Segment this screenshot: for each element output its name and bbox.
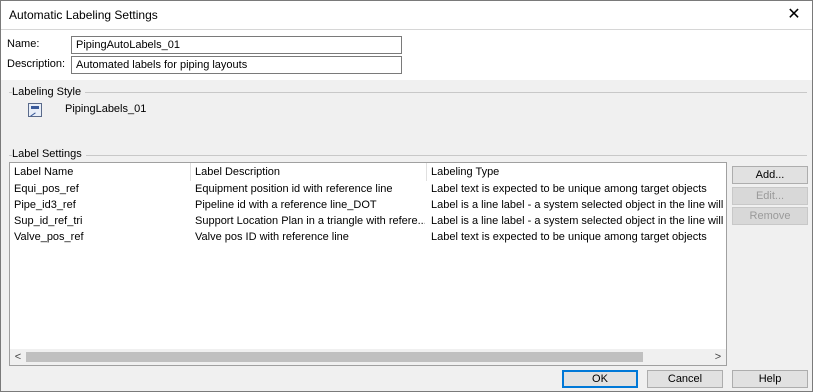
cell-label-description: Equipment position id with reference lin… (195, 183, 393, 195)
labeling-style-divider (9, 92, 807, 93)
cell-label-name: Sup_id_ref_tri (14, 215, 83, 227)
dialog-window: Automatic Labeling Settings ✕ Name: Pipi… (0, 0, 813, 392)
cancel-button[interactable]: Cancel (647, 370, 723, 388)
name-label: Name: (7, 38, 40, 50)
cell-labeling-type: Label is a line label - a system selecte… (431, 215, 727, 227)
cell-labeling-type: Label is a line label - a system selecte… (431, 199, 727, 211)
name-field[interactable]: PipingAutoLabels_01 (71, 36, 402, 54)
cell-label-description: Valve pos ID with reference line (195, 231, 349, 243)
table-row[interactable]: Equi_pos_ref Equipment position id with … (10, 181, 726, 197)
table-row[interactable]: Valve_pos_ref Valve pos ID with referenc… (10, 229, 726, 245)
cell-labeling-type: Label text is expected to be unique amon… (431, 183, 707, 195)
labeling-style-group-title: Labeling Style (12, 86, 86, 98)
column-header-labeling-type[interactable]: Labeling Type (427, 163, 726, 181)
cell-label-name: Equi_pos_ref (14, 183, 79, 195)
label-settings-divider (9, 155, 807, 156)
title-bar: Automatic Labeling Settings ✕ (1, 1, 812, 29)
column-header-label-name[interactable]: Label Name (10, 163, 191, 181)
name-description-panel: Name: PipingAutoLabels_01 Description: A… (1, 29, 812, 80)
add-button[interactable]: Add... (732, 166, 808, 184)
column-header-label-description[interactable]: Label Description (191, 163, 427, 181)
labeling-style-icon (28, 103, 42, 117)
cell-label-description: Support Location Plan in a triangle with… (195, 215, 425, 227)
cell-label-name: Pipe_id3_ref (14, 199, 76, 211)
remove-button[interactable]: Remove (732, 207, 808, 225)
cell-label-description: Pipeline id with a reference line_DOT (195, 199, 377, 211)
table-row[interactable]: Sup_id_ref_tri Support Location Plan in … (10, 213, 727, 229)
scroll-right-icon[interactable]: > (710, 349, 726, 365)
cell-label-name: Valve_pos_ref (14, 231, 84, 243)
description-label: Description: (7, 58, 66, 70)
close-icon[interactable]: ✕ (784, 5, 804, 25)
description-field[interactable]: Automated labels for piping layouts (71, 56, 402, 74)
ok-button[interactable]: OK (562, 370, 638, 388)
label-settings-group-title: Label Settings (12, 148, 86, 160)
help-button[interactable]: Help (732, 370, 808, 388)
edit-button[interactable]: Edit... (732, 187, 808, 205)
horizontal-scrollbar[interactable]: < > (10, 349, 726, 365)
labeling-style-name: PipingLabels_01 (65, 103, 147, 115)
cell-labeling-type: Label text is expected to be unique amon… (431, 231, 707, 243)
label-settings-list[interactable]: Label Name Label Description Labeling Ty… (9, 162, 727, 366)
scroll-left-icon[interactable]: < (10, 349, 26, 365)
table-row[interactable]: Pipe_id3_ref Pipeline id with a referenc… (10, 197, 727, 213)
scrollbar-thumb[interactable] (26, 352, 643, 362)
dialog-title: Automatic Labeling Settings (9, 8, 158, 22)
